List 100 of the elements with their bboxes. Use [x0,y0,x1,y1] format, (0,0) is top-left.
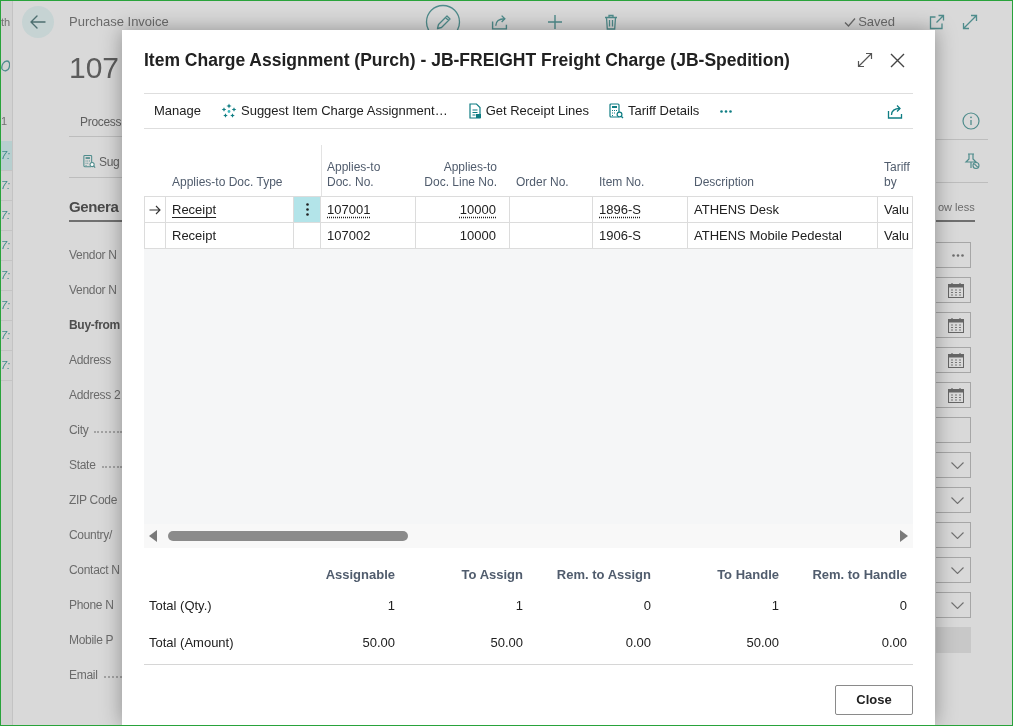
column-header: Item No. [599,175,645,190]
column-header: To Assign [461,566,523,585]
dropdown-field[interactable] [936,487,971,513]
expand-icon[interactable] [857,52,873,68]
calendar-icon[interactable] [948,352,964,368]
field-label: Mobile P [69,631,114,649]
page-title: Purchase Invoice [69,14,169,30]
field-label: Email [69,666,98,684]
field-label: Contact N [69,561,120,579]
column-header: Rem. to Handle [812,566,907,585]
action-button[interactable]: Get Receipt Lines [467,101,589,121]
total-value: 0.00 [625,634,651,653]
field-label: Country/ [69,526,112,544]
info-icon[interactable] [962,112,980,130]
total-value: 50.00 [746,634,779,653]
arrow-right-icon [149,204,161,215]
row-menu-button[interactable] [294,197,321,222]
close-icon[interactable] [890,52,905,68]
row-label: Total (Qty.) [148,597,212,616]
back-button[interactable] [22,6,54,38]
field-label: Phone N [69,596,114,614]
chevron-down-icon [951,531,964,539]
document-number: 107 [69,50,121,86]
dialog-title: Item Charge Assignment (Purch) - JB-FREIGHT Freight Charge (JB-Spedition) [144,49,790,72]
check-icon [844,17,857,27]
lookup-field[interactable] [936,242,971,268]
input-field[interactable] [936,417,971,443]
date-field[interactable] [936,382,971,408]
field-label: State [69,456,96,474]
share-icon[interactable] [491,14,508,30]
close-button[interactable]: Close [835,685,913,715]
list-item[interactable]: 7: [1,141,12,171]
table-row[interactable]: Receipt 107001 10000 1896-S ATHENS Desk Valu [144,197,913,223]
field-label: Vendor N [69,281,117,299]
total-value: 1 [771,597,779,616]
chevron-down-icon [951,601,964,609]
scroll-right-icon[interactable] [900,530,908,542]
chevron-down-icon [951,496,964,504]
arrow-left-icon [30,15,46,29]
trash-icon[interactable] [604,14,618,30]
calculator-icon [83,154,96,169]
scroll-left-icon[interactable] [149,530,157,542]
total-value: 50.00 [490,634,523,653]
total-value: 1 [387,597,395,616]
action-button[interactable]: Suggest Item Charge Assignment… [221,101,448,121]
column-header: Applies-to Doc. Type [172,175,283,190]
table-cell[interactable]: Receipt [166,223,294,248]
total-value: 0.00 [881,634,907,653]
tab[interactable]: Process [80,113,122,131]
side-title: th [1,15,12,29]
table-cell: 1896-S [593,197,688,222]
column-header: Rem. to Assign [556,566,651,585]
calendar-icon[interactable] [948,387,964,403]
field-label: Vendor N [69,246,117,264]
calendar-icon[interactable] [948,282,964,298]
edit-icon[interactable] [425,4,461,30]
scrollbar-thumb[interactable] [168,531,408,541]
action-button[interactable]: Tariff Details [609,101,700,121]
table-row[interactable]: Receipt 107002 10000 1906-S ATHENS Mobile Pedestal Valu [144,223,913,249]
date-field[interactable] [936,277,971,303]
group-heading: Buy-from [69,316,120,334]
pin-icon[interactable] [962,152,980,170]
save-status: Saved [858,14,895,30]
more-icon[interactable] [952,253,964,257]
document-icon [467,103,482,119]
total-value: 50.00 [362,634,395,653]
calendar-icon[interactable] [948,317,964,333]
row-label: Total (Amount) [148,634,234,653]
table-cell: 10000 [416,197,510,222]
more-icon[interactable] [719,109,734,113]
dropdown-field[interactable] [936,452,971,478]
input-field[interactable] [936,627,971,653]
table-cell: 107002 [321,223,416,248]
dropdown-field[interactable] [936,557,971,583]
sparkle-icon [221,103,237,119]
date-field[interactable] [936,347,971,373]
total-value: 1 [515,597,523,616]
total-value: 0 [899,597,907,616]
field-label: Address [69,351,111,369]
ring-icon [1,60,10,72]
table-cell: Valu [878,223,913,248]
column-header: Description [694,175,755,190]
table-cell: 10000 [416,223,510,248]
plus-icon[interactable] [547,14,563,30]
date-field[interactable] [936,312,971,338]
column-header: Order No. [516,175,569,190]
share-icon[interactable] [887,103,903,119]
open-in-new-icon[interactable] [929,14,945,30]
column-header: To Handle [717,566,779,585]
table-cell: 107001 [321,197,416,222]
field-label: Address 2 [69,386,121,404]
dropdown-field[interactable] [936,522,971,548]
section-title[interactable]: Genera [69,196,122,218]
chevron-down-icon [951,566,964,574]
total-value: 0 [643,597,651,616]
menu-button[interactable]: Manage [154,101,201,121]
vertical-dots-icon [305,203,309,216]
dropdown-field[interactable] [936,592,971,618]
table-cell: 1906-S [593,223,688,248]
action-button[interactable]: Sug [83,152,120,171]
